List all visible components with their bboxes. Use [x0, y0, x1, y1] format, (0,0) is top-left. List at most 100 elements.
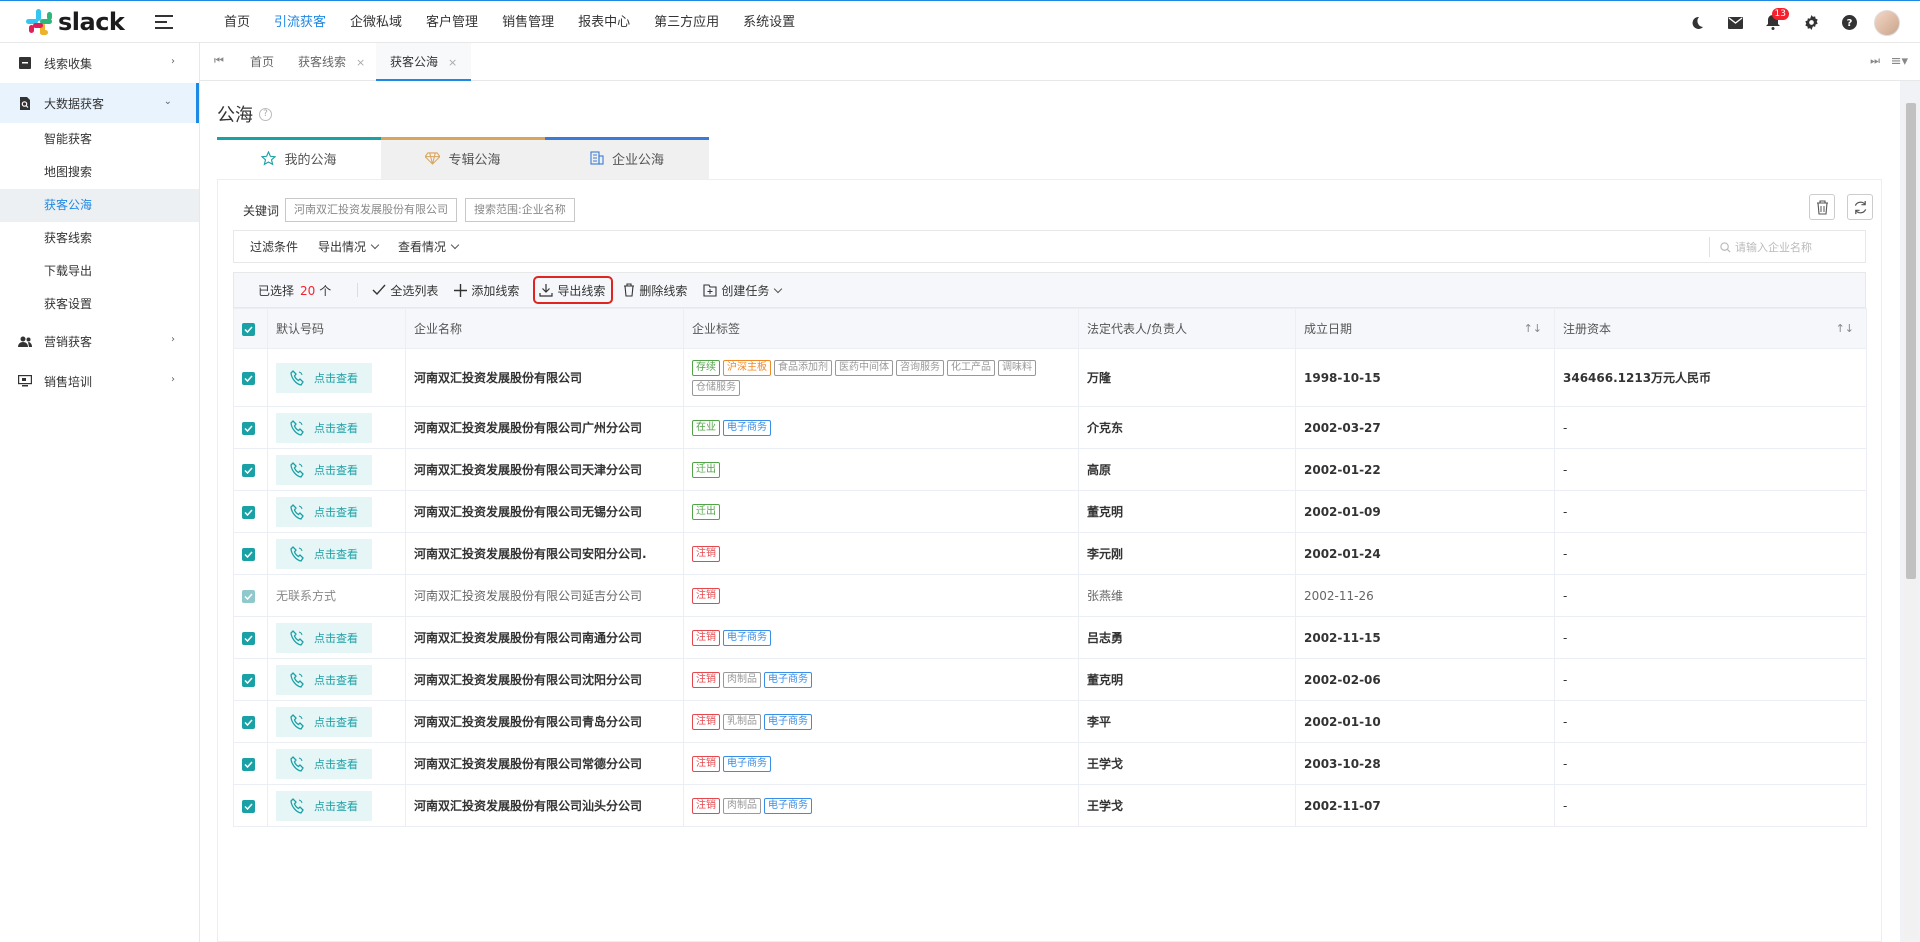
select-all-button[interactable]: 全选列表	[372, 278, 438, 302]
row-checkbox[interactable]	[242, 421, 255, 435]
sidebar-item-download-export[interactable]: 下载导出	[0, 255, 199, 288]
row-checkbox[interactable]	[242, 715, 255, 729]
create-task-button[interactable]: 创建任务	[703, 278, 783, 302]
filter-export-status[interactable]: 导出情况	[318, 238, 380, 255]
nav-customer-management[interactable]: 客户管理	[426, 1, 478, 44]
company-name-cell[interactable]: 河南双汇投资发展股份有限公司汕头分公司	[405, 784, 684, 827]
export-lead-button[interactable]: 导出线索	[533, 276, 614, 304]
view-phone-button[interactable]: 点击查看	[276, 496, 372, 527]
row-checkbox[interactable]	[242, 547, 255, 561]
select-all-checkbox[interactable]	[242, 322, 255, 336]
tabs-scroll-first-icon[interactable]: ⏮	[214, 54, 224, 68]
delete-lead-button[interactable]: 删除线索	[623, 278, 687, 302]
filter-conditions[interactable]: 过滤条件	[250, 238, 298, 255]
dark-mode-moon-icon[interactable]	[1688, 14, 1706, 32]
scrollbar-thumb[interactable]	[1906, 103, 1916, 579]
view-phone-button[interactable]: 点击查看	[276, 706, 372, 737]
sidebar-item-public-sea[interactable]: 获客公海	[0, 189, 199, 222]
table-row[interactable]: 点击查看 河南双汇投资发展股份有限公司沈阳分公司 注销 肉制品 电子商务 董克明 2002-…	[233, 658, 1867, 701]
table-row[interactable]: 无联系方式 河南双汇投资发展股份有限公司延吉分公司 注销 张燕维 2002-11-26-	[233, 574, 1867, 617]
view-phone-button[interactable]: 点击查看	[276, 362, 372, 393]
tabs-menu-icon[interactable]: ≡▾	[1891, 54, 1908, 69]
help-question-icon[interactable]: ?	[1840, 14, 1858, 32]
nav-third-party-apps[interactable]: 第三方应用	[654, 1, 719, 44]
tab-my-sea[interactable]: 我的公海	[217, 137, 381, 179]
gear-settings-icon[interactable]	[1802, 14, 1820, 32]
mail-icon[interactable]	[1726, 14, 1744, 32]
nav-home[interactable]: 首页	[224, 1, 250, 44]
row-checkbox[interactable]	[242, 631, 255, 645]
add-lead-button[interactable]: 添加线索	[454, 278, 519, 302]
table-row[interactable]: 点击查看 河南双汇投资发展股份有限公司安阳分公司. 注销 李元刚 2002-01-24-	[233, 532, 1867, 575]
sort-icon[interactable]: ↑↓	[1524, 322, 1542, 335]
sidebar-item-map-search[interactable]: 地图搜索	[0, 156, 199, 189]
table-row[interactable]: 点击查看 河南双汇投资发展股份有限公司青岛分公司 注销 乳制品 电子商务 李平 2002-0…	[233, 700, 1867, 743]
bell-notification-icon[interactable]: 13	[1764, 7, 1789, 32]
view-phone-button[interactable]: 点击查看	[276, 412, 372, 443]
company-search-input[interactable]: 请输入企业名称	[1709, 237, 1849, 257]
view-phone-button[interactable]: 点击查看	[276, 748, 372, 779]
row-checkbox[interactable]	[242, 673, 255, 687]
keyword-chip[interactable]: 河南双汇投资发展股份有限公司	[285, 198, 458, 222]
menu-toggle-icon[interactable]	[155, 15, 173, 29]
search-scope-chip[interactable]: 搜索范围:企业名称	[465, 198, 575, 222]
table-row[interactable]: 点击查看 河南双汇投资发展股份有限公司常德分公司 注销 电子商务 王学戈 2003-10-…	[233, 742, 1867, 785]
trash-button[interactable]	[1809, 194, 1835, 220]
row-checkbox[interactable]	[242, 463, 255, 477]
nav-lead-acquisition[interactable]: 引流获客	[274, 1, 326, 44]
tabs-scroll-last-icon[interactable]: ⏭	[1870, 54, 1880, 68]
sidebar-group-lead-collection[interactable]: 线索收集 ›	[0, 43, 199, 83]
sidebar-group-marketing[interactable]: 营销获客 ›	[0, 321, 199, 361]
tab-enterprise-sea[interactable]: 企业公海	[545, 137, 709, 179]
company-name-cell[interactable]: 河南双汇投资发展股份有限公司青岛分公司	[405, 700, 684, 743]
row-checkbox[interactable]	[242, 589, 255, 603]
sidebar-item-acquire-settings[interactable]: 获客设置	[0, 288, 199, 321]
refresh-button[interactable]	[1847, 194, 1873, 220]
sidebar-item-smart-acquire[interactable]: 智能获客	[0, 123, 199, 156]
row-checkbox[interactable]	[242, 505, 255, 519]
company-name-cell[interactable]: 河南双汇投资发展股份有限公司广州分公司	[405, 406, 684, 449]
sidebar-group-training[interactable]: 销售培训 ›	[0, 361, 199, 401]
nav-sales-management[interactable]: 销售管理	[502, 1, 554, 44]
company-name-cell[interactable]: 河南双汇投资发展股份有限公司沈阳分公司	[405, 658, 684, 701]
view-phone-button[interactable]: 点击查看	[276, 664, 372, 695]
view-phone-button[interactable]: 点击查看	[276, 622, 372, 653]
header-date[interactable]: 成立日期 ↑↓	[1295, 308, 1555, 349]
nav-system-settings[interactable]: 系统设置	[743, 1, 795, 44]
company-name-cell[interactable]: 河南双汇投资发展股份有限公司安阳分公司.	[405, 532, 684, 575]
tab-special-sea[interactable]: 专辑公海	[381, 137, 545, 179]
filter-view-status[interactable]: 查看情况	[398, 238, 460, 255]
user-avatar[interactable]	[1874, 9, 1900, 36]
page-scrollbar[interactable]	[1904, 103, 1918, 939]
table-row[interactable]: 点击查看 河南双汇投资发展股份有限公司无锡分公司 迁出 董克明 2002-01-09-	[233, 490, 1867, 533]
tab-public-sea[interactable]: 获客公海 ×	[376, 43, 472, 81]
table-row[interactable]: 点击查看 河南双汇投资发展股份有限公司汕头分公司 注销 肉制品 电子商务 王学戈 2002-…	[233, 784, 1867, 827]
row-checkbox[interactable]	[242, 799, 255, 813]
view-phone-button[interactable]: 点击查看	[276, 538, 372, 569]
table-row[interactable]: 点击查看 河南双汇投资发展股份有限公司天津分公司 迁出 高原 2002-01-22-	[233, 448, 1867, 491]
sort-icon[interactable]: ↑↓	[1836, 322, 1854, 335]
row-checkbox[interactable]	[242, 371, 255, 385]
tab-home[interactable]: 首页	[244, 43, 280, 81]
close-icon[interactable]: ×	[356, 56, 365, 69]
nav-wecom-private[interactable]: 企微私域	[350, 1, 402, 44]
close-icon[interactable]: ×	[448, 56, 457, 69]
header-capital[interactable]: 注册资本 ↑↓	[1554, 308, 1867, 349]
help-circle-icon[interactable]: ?	[259, 107, 272, 121]
company-name-cell[interactable]: 河南双汇投资发展股份有限公司	[405, 348, 684, 407]
view-phone-button[interactable]: 点击查看	[276, 790, 372, 821]
company-name-cell[interactable]: 河南双汇投资发展股份有限公司南通分公司	[405, 616, 684, 659]
company-name-cell[interactable]: 河南双汇投资发展股份有限公司延吉分公司	[405, 574, 684, 617]
view-phone-button[interactable]: 点击查看	[276, 454, 372, 485]
row-checkbox[interactable]	[242, 757, 255, 771]
logo[interactable]: slack	[26, 8, 125, 36]
table-row[interactable]: 点击查看 河南双汇投资发展股份有限公司南通分公司 注销 电子商务 吕志勇 2002-11-…	[233, 616, 1867, 659]
table-row[interactable]: 点击查看 河南双汇投资发展股份有限公司 存续 沪深主板 食品添加剂 医药中间体 咨询服务 化工…	[233, 348, 1867, 407]
table-row[interactable]: 点击查看 河南双汇投资发展股份有限公司广州分公司 在业 电子商务 介克东 2002-03-…	[233, 406, 1867, 449]
sidebar-item-leads[interactable]: 获客线索	[0, 222, 199, 255]
company-name-cell[interactable]: 河南双汇投资发展股份有限公司天津分公司	[405, 448, 684, 491]
nav-report-center[interactable]: 报表中心	[578, 1, 630, 44]
tab-leads[interactable]: 获客线索 ×	[292, 43, 371, 81]
company-name-cell[interactable]: 河南双汇投资发展股份有限公司无锡分公司	[405, 490, 684, 533]
company-name-cell[interactable]: 河南双汇投资发展股份有限公司常德分公司	[405, 742, 684, 785]
